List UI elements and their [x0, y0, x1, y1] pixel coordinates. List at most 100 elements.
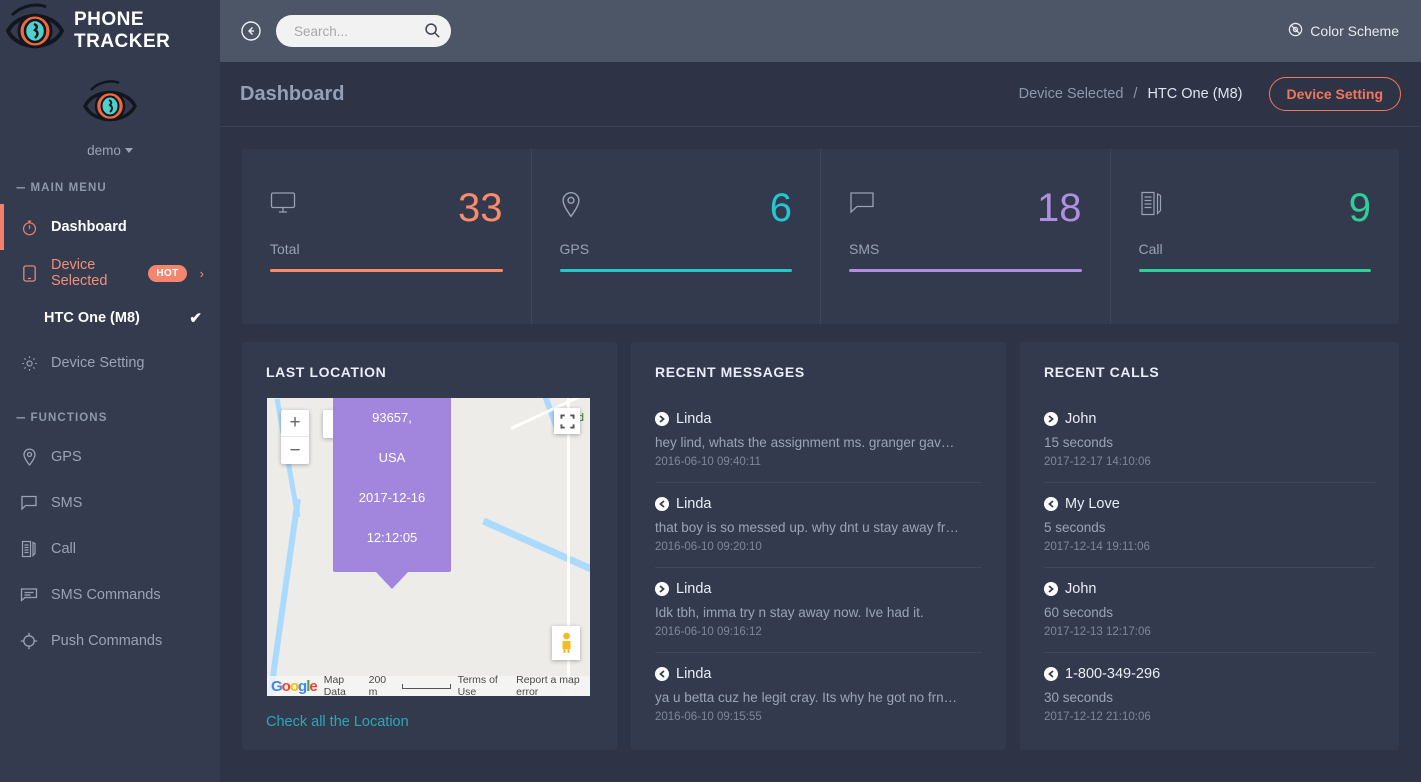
dash-prefix-icon: ---: [16, 182, 25, 194]
arrow-left-circle-icon: [655, 497, 669, 511]
stat-bar: [270, 269, 503, 272]
list-item[interactable]: 1-800-349-296 30 seconds 2017-12-12 21:1…: [1044, 653, 1375, 737]
sidebar-item-gps[interactable]: GPS: [0, 434, 220, 480]
message-header: Linda: [655, 496, 982, 512]
sidebar-item-dashboard[interactable]: Dashboard: [0, 204, 220, 250]
sidebar-item-label: Device Selected: [51, 257, 108, 289]
mobile-icon: [20, 264, 38, 282]
brand[interactable]: PHONE TRACKER: [0, 0, 220, 62]
call-log-icon: [1139, 191, 1167, 219]
report-map-error-link[interactable]: Report a map error: [516, 674, 590, 696]
list-item[interactable]: My Love 5 seconds 2017-12-14 19:11:06: [1044, 483, 1375, 568]
message-sender: Linda: [676, 496, 712, 512]
section-label-main-menu: --- MAIN MENU: [0, 168, 220, 204]
message-text: ya u betta cuz he legit cray. Its why he…: [655, 690, 958, 705]
list-item[interactable]: Linda hey lind, whats the assignment ms.…: [655, 398, 982, 483]
popup-line-time: 12:12:05: [366, 530, 418, 545]
map-zoom-out-button[interactable]: −: [281, 437, 309, 464]
sidebar-item-label: Call: [51, 541, 76, 557]
map-footer: Google Map Data 200 m Terms of Use Repor…: [267, 674, 590, 696]
pegman-icon[interactable]: [552, 626, 580, 660]
sidebar-item-label: SMS: [51, 495, 83, 511]
stat-top: 9: [1139, 188, 1371, 228]
message-time: 2016-06-10 09:40:11: [655, 456, 761, 468]
message-time: 2016-06-10 09:15:55: [655, 711, 762, 723]
check-all-location-link[interactable]: Check all the Location: [266, 696, 593, 750]
stat-bar: [559, 269, 792, 272]
eye-avatar-icon: [81, 80, 139, 136]
map[interactable]: Ad + − Map Satellite: [267, 398, 590, 696]
call-header: 1-800-349-296: [1044, 666, 1375, 682]
panel-title: RECENT CALLS: [1044, 364, 1160, 380]
fullscreen-icon[interactable]: [554, 408, 580, 434]
call-log-icon: [20, 540, 38, 558]
sidebar-item-push-commands[interactable]: Push Commands: [0, 618, 220, 664]
map-zoom-controls[interactable]: + −: [281, 410, 309, 464]
sidebar-item-label: Push Commands: [51, 633, 163, 649]
call-duration: 30 seconds: [1044, 690, 1114, 705]
gear-icon: [20, 354, 38, 372]
map-zoom-in-button[interactable]: +: [281, 410, 309, 437]
chevron-right-icon: ›: [199, 265, 204, 281]
sidebar-item-label: Device Setting: [51, 355, 145, 371]
breadcrumb-separator: /: [1133, 86, 1138, 102]
map-data-label: Map Data: [323, 674, 346, 696]
message-header: Linda: [655, 666, 982, 682]
brand-title: PHONE TRACKER: [74, 9, 171, 52]
call-duration: 60 seconds: [1044, 605, 1114, 620]
map-pin-icon: [20, 448, 38, 466]
profile-name-row: demo: [0, 143, 220, 158]
list-item[interactable]: Linda ya u betta cuz he legit cray. Its …: [655, 653, 982, 737]
stat-top: 18: [849, 188, 1082, 228]
message-text: that boy is so messed up. why dnt u stay…: [655, 520, 959, 535]
stat-bar: [1138, 269, 1371, 272]
message-sender: Linda: [676, 411, 712, 427]
search-icon[interactable]: [424, 22, 441, 39]
color-scheme-label: Color Scheme: [1310, 23, 1399, 39]
call-header: John: [1044, 411, 1375, 427]
color-scheme-button[interactable]: Color Scheme: [1288, 22, 1399, 40]
page-title: Dashboard: [240, 82, 345, 105]
panel-title: LAST LOCATION: [266, 364, 387, 380]
arrow-right-circle-icon: [655, 582, 669, 596]
message-sender: Linda: [676, 581, 712, 597]
main-area: Color Scheme Dashboard Device Selected /…: [220, 0, 1421, 782]
color-scheme-icon: [1288, 22, 1303, 40]
list-item[interactable]: John 60 seconds 2017-12-13 12:17:06: [1044, 568, 1375, 653]
app-root: PHONE TRACKER demo --- MAIN MENU Dashboa…: [0, 0, 1421, 782]
sidebar-item-sms-commands[interactable]: SMS Commands: [0, 572, 220, 618]
sidebar-item-sms[interactable]: SMS: [0, 480, 220, 526]
arrow-left-circle-icon: [655, 667, 669, 681]
message-header: Linda: [655, 581, 982, 597]
stat-label: GPS: [559, 241, 590, 257]
call-contact: 1-800-349-296: [1065, 666, 1161, 682]
circle-arrow-left-icon[interactable]: [240, 20, 262, 42]
list-item[interactable]: Linda Idk tbh, imma try n stay away now.…: [655, 568, 982, 653]
panel-title: RECENT MESSAGES: [655, 364, 805, 380]
popup-line-zip: 93657,: [372, 410, 412, 425]
device-setting-button[interactable]: Device Setting: [1268, 77, 1401, 111]
check-icon: ✔: [189, 310, 202, 327]
call-header: My Love: [1044, 496, 1375, 512]
popup-line-country: USA: [378, 450, 406, 465]
map-scale-bar: [401, 683, 451, 689]
breadcrumb-parent[interactable]: Device Selected: [1019, 86, 1124, 102]
terms-of-use-link[interactable]: Terms of Use: [458, 674, 510, 696]
map-water-line: [482, 517, 590, 586]
stat-top: 6: [560, 188, 792, 228]
profile[interactable]: demo: [0, 62, 220, 168]
list-item[interactable]: Linda that boy is so messed up. why dnt …: [655, 483, 982, 568]
stat-label: Call: [1138, 241, 1163, 257]
call-duration: 15 seconds: [1044, 435, 1114, 450]
list-item[interactable]: John 15 seconds 2017-12-17 14:10:06: [1044, 398, 1375, 483]
stat-value: 33: [458, 186, 503, 230]
sidebar-device-htc-one[interactable]: HTC One (M8) ✔: [0, 296, 220, 340]
popup-line-date: 2017-12-16: [358, 490, 426, 505]
chat-bubble-icon: [20, 494, 38, 512]
sidebar-item-device-setting[interactable]: Device Setting: [0, 340, 220, 386]
message-header: Linda: [655, 411, 982, 427]
panel-recent-calls: RECENT CALLS John 15 seconds 2017-12-17 …: [1020, 342, 1399, 750]
sidebar-item-device-selected[interactable]: Device Selected HOT ›: [0, 250, 220, 296]
device-label: HTC One (M8): [44, 310, 140, 326]
sidebar-item-call[interactable]: Call: [0, 526, 220, 572]
